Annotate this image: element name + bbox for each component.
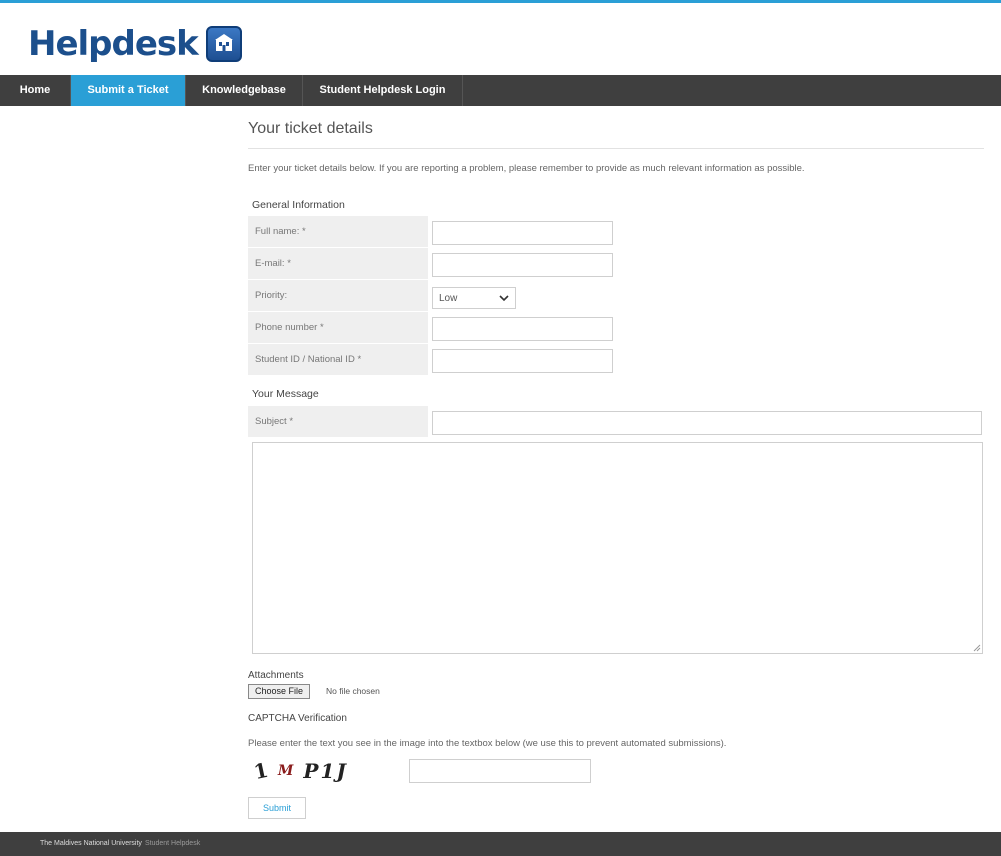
footer-org: The Maldives National University — [40, 840, 142, 847]
captcha-char: M — [277, 763, 294, 779]
full-name-label: Full name: * — [248, 216, 428, 247]
site-logo[interactable]: Helpdesk — [28, 22, 242, 66]
nav-student-helpdesk-login[interactable]: Student Helpdesk Login — [303, 75, 463, 106]
message-textarea[interactable] — [252, 442, 983, 654]
nav-knowledgebase[interactable]: Knowledgebase — [186, 75, 303, 106]
submit-button[interactable]: Submit — [248, 797, 306, 819]
your-message-heading: Your Message — [252, 388, 319, 400]
email-label: E-mail: * — [248, 248, 428, 279]
nav-home[interactable]: Home — [0, 75, 71, 106]
phone-input[interactable] — [432, 317, 613, 341]
nav-submit-ticket[interactable]: Submit a Ticket — [71, 75, 186, 106]
captcha-char: 1 — [251, 757, 271, 785]
priority-select[interactable]: Low — [432, 287, 516, 309]
building-icon — [205, 26, 242, 62]
title-divider — [248, 148, 984, 149]
top-accent-bar — [0, 0, 1001, 3]
full-name-input[interactable] — [432, 221, 613, 245]
chevron-down-icon — [499, 295, 509, 302]
choose-file-button[interactable]: Choose File — [248, 684, 311, 699]
captcha-instructions: Please enter the text you see in the ima… — [248, 738, 727, 749]
intro-text: Enter your ticket details below. If you … — [248, 163, 805, 174]
footer: The Maldives National University Student … — [0, 832, 1001, 856]
footer-sub: Student Helpdesk — [144, 840, 201, 847]
captcha-heading: CAPTCHA Verification — [248, 713, 347, 724]
captcha-char: P1J — [303, 759, 348, 783]
email-input[interactable] — [432, 253, 613, 277]
priority-label: Priority: — [248, 280, 428, 311]
subject-label: Subject * — [248, 406, 428, 437]
main-nav: Home Submit a Ticket Knowledgebase Stude… — [0, 75, 1001, 106]
subject-input[interactable] — [432, 411, 982, 435]
attachments-heading: Attachments — [248, 670, 304, 681]
general-information-heading: General Information — [252, 199, 345, 211]
file-status-text: No file chosen — [326, 686, 380, 696]
priority-value: Low — [439, 292, 458, 304]
phone-label: Phone number * — [248, 312, 428, 343]
student-id-input[interactable] — [432, 349, 613, 373]
logo-text: Helpdesk — [28, 24, 199, 64]
page-title: Your ticket details — [248, 120, 373, 137]
student-id-label: Student ID / National ID * — [248, 344, 428, 375]
resize-grip-icon[interactable] — [973, 644, 981, 652]
captcha-input[interactable] — [409, 759, 591, 783]
captcha-image: 1 M P1J — [251, 756, 404, 786]
